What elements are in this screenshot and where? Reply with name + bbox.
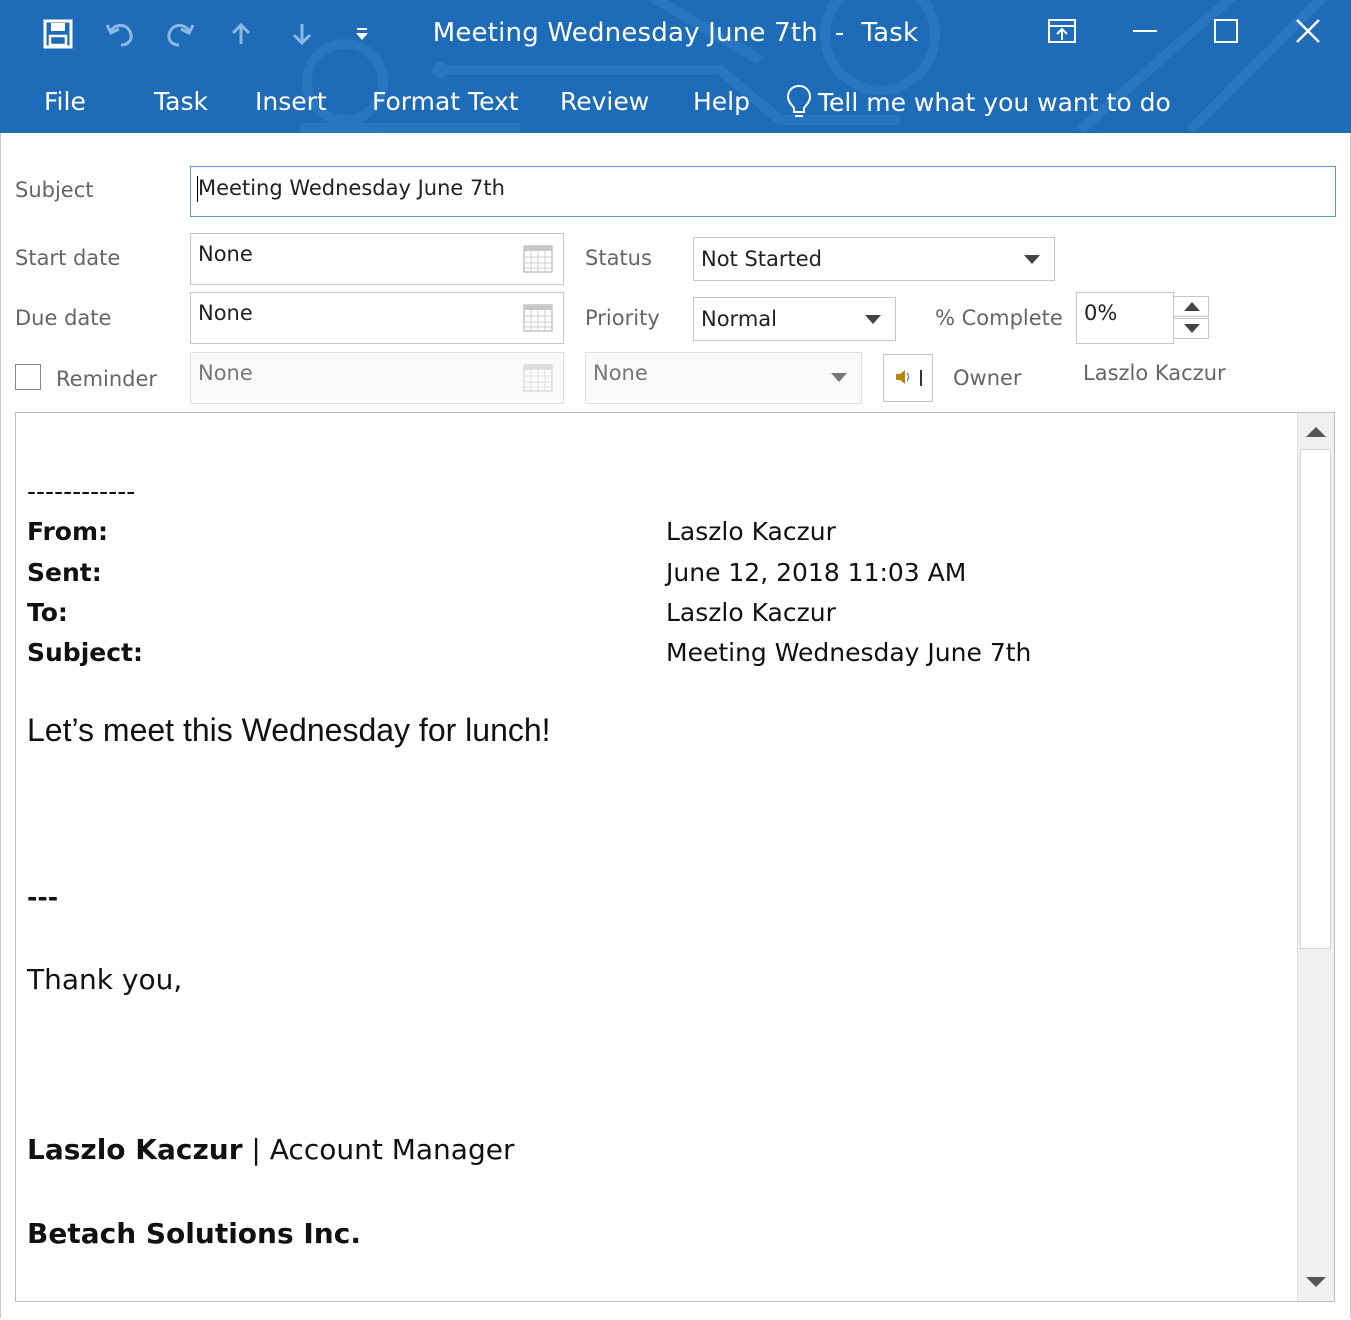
- tab-help[interactable]: Help: [693, 80, 750, 124]
- calendar-icon[interactable]: [523, 304, 553, 332]
- next-item-button[interactable]: [287, 14, 317, 54]
- chevron-down-icon: [831, 373, 847, 382]
- status-dropdown[interactable]: Not Started: [693, 237, 1055, 281]
- header-to-key: To:: [27, 598, 68, 627]
- header-from-key: From:: [27, 517, 109, 546]
- window-title-main: Meeting Wednesday June 7th: [432, 18, 818, 48]
- start-date-value: None: [198, 242, 253, 266]
- start-date-field[interactable]: None: [190, 233, 564, 285]
- reminder-time-dropdown[interactable]: None: [585, 352, 862, 404]
- percent-complete-label: % Complete: [935, 306, 1063, 330]
- redo-button[interactable]: [160, 14, 200, 54]
- signature-title: Account Manager: [269, 1133, 515, 1166]
- signature-line: Laszlo Kaczur | Account Manager: [27, 1133, 514, 1166]
- spin-down-button[interactable]: [1173, 318, 1209, 339]
- task-body-editor[interactable]: ------------ From: Laszlo Kaczur Sent: J…: [15, 412, 1335, 1302]
- header-from-value: Laszlo Kaczur: [666, 517, 836, 546]
- window-title-separator: -: [834, 18, 845, 48]
- start-date-label: Start date: [15, 246, 121, 270]
- previous-item-button[interactable]: [226, 14, 256, 54]
- thanks-text: Thank you,: [27, 963, 183, 996]
- header-sent-key: Sent:: [27, 558, 102, 587]
- lightbulb-icon: [786, 84, 812, 117]
- sound-icon: [896, 370, 922, 386]
- customize-qat-icon: [356, 28, 368, 40]
- due-date-value: None: [198, 301, 253, 325]
- tab-task[interactable]: Task: [154, 80, 208, 124]
- chevron-down-icon: [1024, 255, 1040, 264]
- scrollbar-thumb[interactable]: [1300, 449, 1331, 949]
- maximize-button[interactable]: [1196, 8, 1256, 54]
- minimize-icon: [1133, 30, 1157, 32]
- priority-label: Priority: [585, 306, 660, 330]
- priority-dropdown[interactable]: Normal: [693, 297, 896, 341]
- redo-icon: [167, 24, 195, 47]
- status-label: Status: [585, 246, 652, 270]
- signature-separator: ---: [27, 883, 59, 912]
- due-date-label: Due date: [15, 306, 112, 330]
- calendar-icon[interactable]: [523, 245, 553, 273]
- reminder-checkbox[interactable]: [15, 364, 41, 390]
- chevron-down-icon: [865, 315, 881, 324]
- reminder-label: Reminder: [56, 367, 158, 391]
- tab-insert[interactable]: Insert: [255, 80, 327, 124]
- priority-value: Normal: [701, 307, 777, 331]
- header-sent-value: June 12, 2018 11:03 AM: [666, 558, 967, 587]
- window-title-kind: Task: [861, 18, 919, 48]
- scroll-up-icon[interactable]: [1306, 427, 1326, 437]
- status-value: Not Started: [701, 247, 823, 271]
- reminder-sound-button[interactable]: [883, 354, 933, 402]
- header-subject-value: Meeting Wednesday June 7th: [666, 638, 1032, 667]
- tell-me-search[interactable]: Tell me what you want to do: [786, 80, 1171, 124]
- reminder-time-value: None: [593, 361, 648, 385]
- close-button[interactable]: [1278, 8, 1338, 54]
- down-arrow-icon: [292, 24, 312, 46]
- scroll-down-icon[interactable]: [1306, 1277, 1326, 1287]
- subject-label: Subject: [15, 178, 94, 202]
- ribbon-display-options-button[interactable]: [1032, 8, 1092, 54]
- due-date-field[interactable]: None: [190, 292, 564, 344]
- header-to-value: Laszlo Kaczur: [666, 598, 836, 627]
- tab-review[interactable]: Review: [560, 80, 649, 124]
- subject-input-value: Meeting Wednesday June 7th: [198, 176, 505, 200]
- ribbon-display-options-icon: [1048, 19, 1076, 43]
- owner-value: Laszlo Kaczur: [1083, 361, 1226, 385]
- undo-button[interactable]: [100, 14, 140, 54]
- close-icon: [1296, 19, 1320, 43]
- tab-format-text[interactable]: Format Text: [372, 80, 519, 124]
- customize-qat-button[interactable]: [348, 14, 376, 54]
- spin-up-button[interactable]: [1173, 296, 1209, 317]
- owner-label: Owner: [953, 366, 1022, 390]
- up-arrow-icon: [231, 22, 251, 44]
- minimize-button[interactable]: [1115, 8, 1175, 54]
- signature-divider: |: [251, 1133, 261, 1166]
- signature-company: Betach Solutions Inc.: [27, 1217, 361, 1250]
- signature-name: Laszlo Kaczur: [27, 1133, 243, 1166]
- subject-input[interactable]: Meeting Wednesday June 7th: [190, 166, 1336, 217]
- maximize-icon: [1214, 19, 1238, 43]
- message-text: Let’s meet this Wednesday for lunch!: [27, 712, 551, 748]
- undo-icon: [105, 24, 133, 47]
- percent-complete-value: 0%: [1084, 301, 1118, 325]
- percent-complete-input[interactable]: 0%: [1076, 292, 1174, 344]
- title-bar: Meeting Wednesday June 7th - Task File T…: [0, 0, 1351, 133]
- header-separator: ------------: [27, 477, 136, 506]
- save-icon: [43, 19, 73, 49]
- vertical-scrollbar[interactable]: [1297, 413, 1334, 1301]
- reminder-date-field[interactable]: None: [190, 352, 564, 404]
- save-button[interactable]: [38, 14, 78, 54]
- reminder-date-value: None: [198, 361, 253, 385]
- tell-me-text: Tell me what you want to do: [818, 87, 1171, 117]
- header-subject-key: Subject:: [27, 638, 143, 667]
- tab-file[interactable]: File: [44, 80, 86, 124]
- percent-complete-spinner: [1173, 296, 1209, 340]
- calendar-icon[interactable]: [523, 364, 553, 392]
